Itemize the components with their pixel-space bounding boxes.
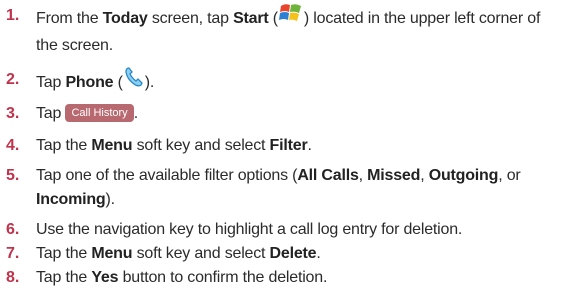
call-history-button[interactable]: Call History (65, 103, 134, 122)
menu-label: Menu (91, 245, 133, 262)
delete-label: Delete (269, 245, 317, 262)
phone-handset-icon (123, 66, 145, 96)
step-number: 7. (6, 245, 20, 262)
step-number: 8. (6, 269, 20, 286)
step-text: Tap the Yes button to confirm the deleti… (36, 269, 328, 286)
step-number: 1. (6, 7, 20, 24)
incoming-label: Incoming (36, 191, 106, 208)
step-text: Tap the Menu soft key and select Delete. (36, 245, 321, 262)
phone-label: Phone (65, 74, 114, 92)
start-label: Start (233, 10, 269, 28)
step-text: Tap Call History. (36, 103, 138, 122)
missed-label: Missed (367, 167, 421, 184)
step-text: Use the navigation key to highlight a ca… (36, 221, 463, 238)
step-text: Tap one of the available filter options … (36, 167, 521, 208)
filter-label: Filter (269, 137, 308, 154)
step-number: 2. (6, 71, 20, 88)
windows-start-icon (278, 2, 304, 32)
step-number: 4. (6, 137, 20, 154)
step-number: 5. (6, 167, 20, 184)
step-text: Tap Phone ( ). (36, 66, 581, 98)
step-text: Tap the Menu soft key and select Filter. (36, 137, 312, 154)
outgoing-label: Outgoing (428, 167, 499, 184)
all-calls-label: All Calls (297, 167, 359, 184)
step-number: 3. (6, 105, 20, 122)
step-number: 6. (6, 221, 20, 238)
today-label: Today (102, 10, 148, 28)
menu-label: Menu (91, 137, 133, 154)
step-text: From the Today screen, tap Start ( ) loc… (36, 4, 581, 58)
yes-label: Yes (91, 269, 119, 286)
